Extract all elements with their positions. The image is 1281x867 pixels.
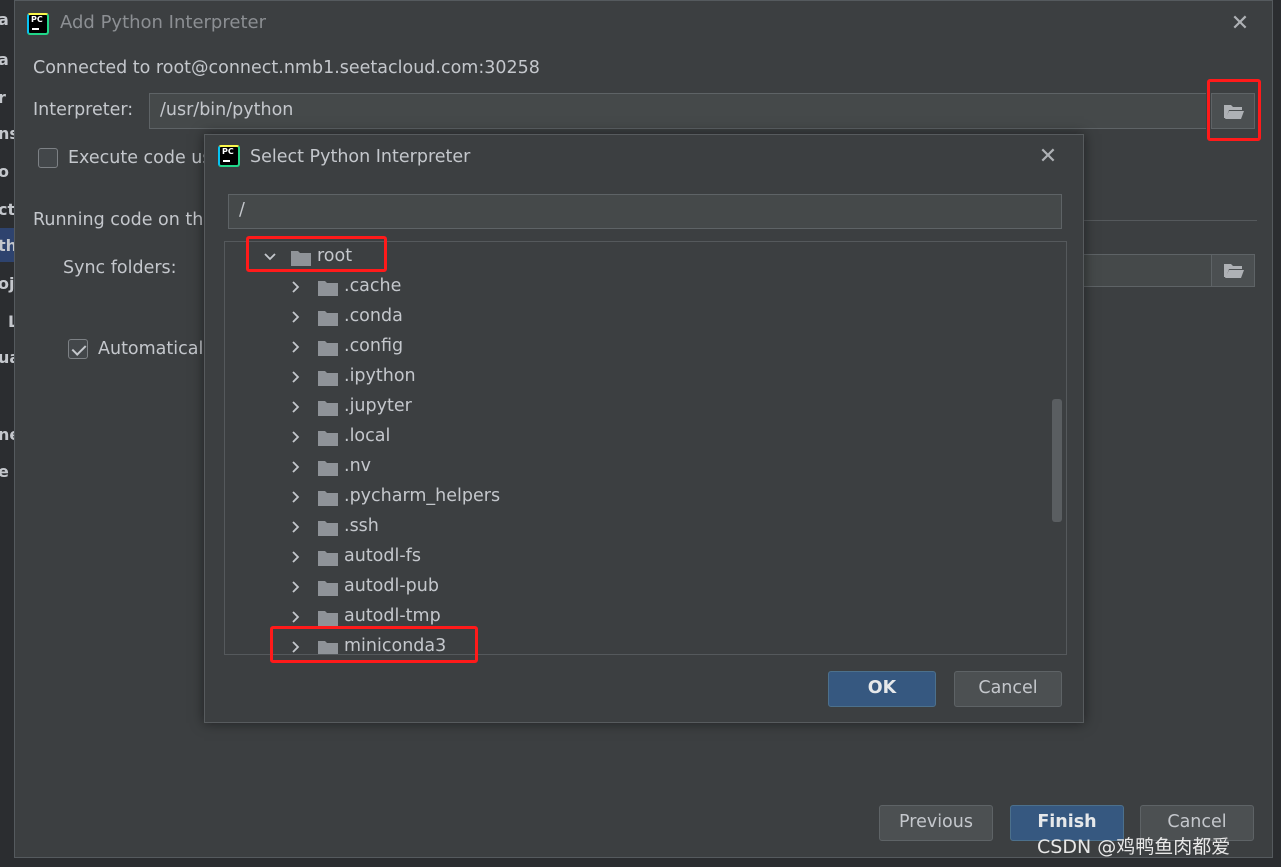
browse-sync-folders-button[interactable]: [1211, 254, 1255, 287]
ide-fragment: ua: [0, 348, 14, 367]
file-tree[interactable]: root .cache .conda .config .ipython .jup…: [224, 241, 1067, 655]
chevron-right-icon: [292, 491, 300, 503]
highlight-box-root: [246, 236, 387, 272]
ide-fragment: ns: [0, 124, 14, 143]
sync-folders-label: Sync folders:: [63, 258, 177, 278]
interpreter-label: Interpreter:: [33, 100, 134, 120]
folder-icon: [318, 431, 338, 446]
ide-fragment: oj: [0, 274, 14, 293]
folder-icon: [318, 491, 338, 506]
tree-item-label: .local: [344, 426, 391, 446]
outer-title-bar: PC Add Python Interpreter ✕: [15, 1, 1272, 47]
tree-item[interactable]: .cache: [225, 273, 1045, 303]
highlight-box-browse: [1207, 79, 1261, 141]
highlight-box-miniconda3: [270, 626, 478, 663]
automatic-upload-label: Automatical: [98, 339, 204, 359]
chevron-right-icon: [292, 551, 300, 563]
tree-item[interactable]: .local: [225, 423, 1045, 453]
tree-item-label: .ssh: [344, 516, 379, 536]
folder-icon: [318, 401, 338, 416]
folder-icon: [318, 461, 338, 476]
interpreter-path-input[interactable]: /usr/bin/python: [149, 93, 1206, 129]
tree-item-label: .conda: [344, 306, 403, 326]
tree-item[interactable]: .ipython: [225, 363, 1045, 393]
sync-folders-input[interactable]: [1075, 254, 1215, 287]
tree-item-label: .nv: [344, 456, 372, 476]
ide-fragment: e: [0, 462, 9, 481]
connection-text: Connected to root@connect.nmb1.seetaclou…: [33, 58, 540, 78]
tree-item-label: .jupyter: [344, 396, 412, 416]
tree-item[interactable]: .jupyter: [225, 393, 1045, 423]
chevron-right-icon: [292, 401, 300, 413]
pycharm-app-icon: PC: [218, 145, 240, 167]
folder-icon: [318, 521, 338, 536]
folder-icon: [318, 611, 338, 626]
inner-dialog-title: Select Python Interpreter: [250, 147, 471, 167]
chevron-right-icon: [292, 461, 300, 473]
tree-item-label: autodl-tmp: [344, 606, 441, 626]
folder-icon: [318, 551, 338, 566]
folder-icon: [318, 281, 338, 296]
execute-code-checkbox[interactable]: [38, 148, 58, 168]
chevron-right-icon: [292, 341, 300, 353]
tree-item-label: autodl-pub: [344, 576, 439, 596]
chevron-right-icon: [292, 281, 300, 293]
tree-item[interactable]: .config: [225, 333, 1045, 363]
outer-dialog-title: Add Python Interpreter: [60, 12, 266, 33]
pycharm-app-icon: PC: [27, 13, 49, 35]
execute-code-label: Execute code us: [68, 148, 212, 168]
ide-background-strip: a a r ns o ct th oj L ua ne e: [0, 0, 14, 867]
open-folder-icon: [1224, 264, 1244, 278]
tree-item[interactable]: autodl-fs: [225, 543, 1045, 573]
tree-item-label: .ipython: [344, 366, 416, 386]
tree-item[interactable]: .pycharm_helpers: [225, 483, 1045, 513]
folder-icon: [318, 341, 338, 356]
tree-item[interactable]: .ssh: [225, 513, 1045, 543]
tree-scrollbar[interactable]: [1052, 399, 1062, 522]
tree-item-label: .cache: [344, 276, 402, 296]
ide-fragment: a: [0, 50, 9, 69]
ide-fragment: r: [0, 88, 6, 107]
inner-cancel-button[interactable]: Cancel: [954, 671, 1062, 707]
previous-button[interactable]: Previous: [879, 805, 993, 841]
chevron-right-icon: [292, 611, 300, 623]
running-code-label: Running code on th: [33, 210, 204, 230]
tree-item[interactable]: .conda: [225, 303, 1045, 333]
tree-item-label: .pycharm_helpers: [344, 486, 501, 506]
tree-item-label: .config: [344, 336, 404, 356]
folder-icon: [318, 581, 338, 596]
ide-fragment: a: [0, 10, 9, 29]
chevron-right-icon: [292, 311, 300, 323]
chevron-right-icon: [292, 371, 300, 383]
chevron-right-icon: [292, 521, 300, 533]
tree-item[interactable]: .nv: [225, 453, 1045, 483]
automatic-upload-checkbox[interactable]: [68, 339, 88, 359]
path-input[interactable]: /: [228, 194, 1062, 229]
tree-item-label: autodl-fs: [344, 546, 421, 566]
ok-button[interactable]: OK: [828, 671, 936, 707]
ide-fragment: th: [0, 236, 14, 255]
chevron-right-icon: [292, 581, 300, 593]
inner-close-icon[interactable]: ✕: [1037, 146, 1059, 168]
ide-fragment: o: [0, 162, 9, 181]
watermark-text: CSDN @鸡鸭鱼肉都爱: [1037, 836, 1231, 858]
tree-item[interactable]: autodl-pub: [225, 573, 1045, 603]
folder-icon: [318, 311, 338, 326]
folder-icon: [318, 371, 338, 386]
outer-close-icon[interactable]: ✕: [1229, 13, 1251, 35]
ide-fragment: ct: [0, 200, 14, 219]
chevron-right-icon: [292, 431, 300, 443]
ide-fragment: ne: [0, 425, 14, 444]
